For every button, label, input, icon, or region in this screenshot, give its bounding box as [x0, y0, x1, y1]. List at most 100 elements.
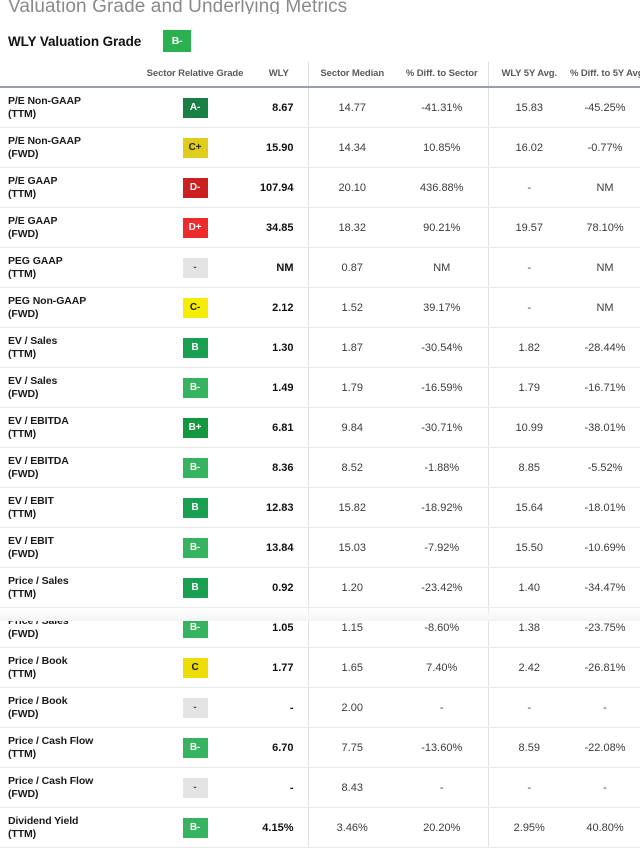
- wly-value: 1.49: [250, 367, 308, 408]
- diff-to-sector-value: 436.88%: [396, 167, 488, 208]
- wly-5y-avg-value: 15.83: [487, 87, 570, 128]
- sector-median-value: 0.87: [307, 247, 396, 288]
- wly-value: 8.67: [250, 87, 308, 128]
- diff-to-5y-avg-value: -: [570, 767, 640, 808]
- table-row: P/E GAAP (TTM) D- 107.94 20.10 436.88% - NM: [0, 167, 640, 208]
- sector-median-value: 3.46%: [307, 807, 396, 848]
- wly-value: 34.85: [250, 207, 308, 248]
- grade-badge: B-: [163, 30, 192, 52]
- grade-badge: B+: [182, 417, 208, 438]
- metric-name: EV / EBIT (FWD): [0, 527, 140, 568]
- wly-value: 1.77: [250, 647, 308, 688]
- table-row: Price / Cash Flow (FWD) - -8.43- - -: [0, 767, 640, 808]
- diff-to-sector-value: -30.54%: [396, 327, 488, 368]
- wly-value: 107.94: [250, 167, 308, 208]
- table-row: Price / Sales (TTM) B 0.92 1.20 -23.42% 1.40 -3…: [0, 567, 640, 608]
- wly-5y-avg-value: 10.99: [487, 407, 570, 448]
- valuation-metrics-table: Sector Relative Grade WLY Sector Median …: [0, 62, 640, 848]
- diff-to-sector-value: -13.60%: [396, 727, 488, 768]
- sector-median-value: 1.52: [307, 287, 396, 328]
- metric-name: EV / Sales (TTM): [0, 327, 140, 368]
- metric-name: Price / Cash Flow (TTM): [0, 727, 140, 768]
- table-row: EV / EBITDA (FWD) B- 8.36 8.52 -1.88% 8.85 -5.5…: [0, 447, 640, 488]
- metric-name: P/E GAAP (TTM): [0, 167, 140, 208]
- column-header-sector-relative-grade: Sector Relative Grade: [140, 62, 250, 88]
- sector-median-value: 18.32: [307, 207, 396, 248]
- grade-cell: -: [140, 687, 250, 728]
- diff-to-5y-avg-value: -5.52%: [570, 447, 640, 488]
- wly-5y-avg-value: 19.57: [487, 207, 570, 248]
- metric-name: EV / EBITDA (TTM): [0, 407, 140, 448]
- diff-to-sector-value: -16.59%: [396, 367, 488, 408]
- wly-5y-avg-value: 1.38: [487, 607, 570, 648]
- column-header-wly-5y-avg: WLY 5Y Avg.: [487, 62, 570, 88]
- grade-cell: B-: [140, 807, 250, 848]
- page-title: Valuation Grade and Underlying Metrics: [8, 0, 348, 14]
- grade-cell: B-: [140, 607, 250, 648]
- grade-cell: -: [140, 767, 250, 808]
- diff-to-5y-avg-value: -18.01%: [570, 487, 640, 528]
- diff-to-sector-value: -7.92%: [396, 527, 488, 568]
- grade-badge: C+: [182, 137, 208, 158]
- diff-to-sector-value: -: [396, 767, 488, 808]
- diff-to-sector-value: -1.88%: [396, 447, 488, 488]
- table-row: EV / Sales (TTM) B 1.30 1.87 -30.54% 1.82 -28.4…: [0, 327, 640, 368]
- sector-median-value: 9.84: [307, 407, 396, 448]
- grade-cell: D+: [140, 207, 250, 248]
- grade-badge: B: [182, 337, 208, 358]
- sector-median-value: 8.43: [307, 767, 396, 808]
- diff-to-5y-avg-value: -: [570, 687, 640, 728]
- sector-median-value: 14.77: [307, 87, 396, 128]
- grade-cell: C: [140, 647, 250, 688]
- grade-cell: C-: [140, 287, 250, 328]
- grade-badge: B-: [182, 817, 208, 838]
- grade-cell: B-: [140, 727, 250, 768]
- wly-5y-avg-value: 1.79: [487, 367, 570, 408]
- metric-name: EV / EBIT (TTM): [0, 487, 140, 528]
- wly-value: 12.83: [250, 487, 308, 528]
- valuation-grade-panel: Valuation Grade and Underlying Metrics W…: [0, 0, 640, 848]
- diff-to-5y-avg-value: -23.75%: [570, 607, 640, 648]
- grade-badge: B: [182, 497, 208, 518]
- grade-cell: B-: [140, 367, 250, 408]
- wly-5y-avg-value: 15.50: [487, 527, 570, 568]
- grade-cell: B: [140, 487, 250, 528]
- sector-median-value: 1.15: [307, 607, 396, 648]
- diff-to-5y-avg-value: -0.77%: [570, 127, 640, 168]
- diff-to-5y-avg-value: -38.01%: [570, 407, 640, 448]
- diff-to-sector-value: -8.60%: [396, 607, 488, 648]
- diff-to-sector-value: 39.17%: [396, 287, 488, 328]
- wly-value: -: [250, 687, 308, 728]
- wly-value: 1.05: [250, 607, 308, 648]
- table-row: P/E Non-GAAP (FWD) C+ 15.90 14.34 10.85% 16.02…: [0, 127, 640, 168]
- sector-median-value: 7.75: [307, 727, 396, 768]
- diff-to-sector-value: -: [396, 687, 488, 728]
- grade-badge: A-: [182, 97, 208, 118]
- column-header-sector-median: Sector Median: [307, 62, 396, 88]
- sector-median-value: 14.34: [307, 127, 396, 168]
- diff-to-5y-avg-value: 78.10%: [570, 207, 640, 248]
- column-header-wly: WLY: [250, 62, 308, 88]
- metric-name: P/E Non-GAAP (TTM): [0, 87, 140, 128]
- wly-value: 6.81: [250, 407, 308, 448]
- metric-name: EV / EBITDA (FWD): [0, 447, 140, 488]
- diff-to-sector-value: -23.42%: [396, 567, 488, 608]
- grade-badge: D-: [182, 177, 208, 198]
- wly-5y-avg-value: -: [487, 167, 570, 208]
- wly-5y-avg-value: -: [487, 767, 570, 808]
- grade-cell: D-: [140, 167, 250, 208]
- grade-badge: B-: [182, 377, 208, 398]
- table-row: Price / Sales (FWD) B- 1.05 1.15 -8.60% 1.38 -2…: [0, 607, 640, 648]
- metric-name: Dividend Yield (TTM): [0, 807, 140, 848]
- grade-badge: B-: [182, 457, 208, 478]
- wly-5y-avg-value: 16.02: [487, 127, 570, 168]
- valuation-grade-summary-label: WLY Valuation Grade: [8, 33, 142, 49]
- column-header-diff-to-sector: % Diff. to Sector: [396, 62, 488, 88]
- wly-5y-avg-value: 8.59: [487, 727, 570, 768]
- metric-name: Price / Book (FWD): [0, 687, 140, 728]
- grade-cell: -: [140, 247, 250, 288]
- grade-badge: B-: [182, 537, 208, 558]
- wly-value: 0.92: [250, 567, 308, 608]
- table-row: PEG Non-GAAP (FWD) C- 2.12 1.52 39.17% - NM: [0, 287, 640, 328]
- metric-name: EV / Sales (FWD): [0, 367, 140, 408]
